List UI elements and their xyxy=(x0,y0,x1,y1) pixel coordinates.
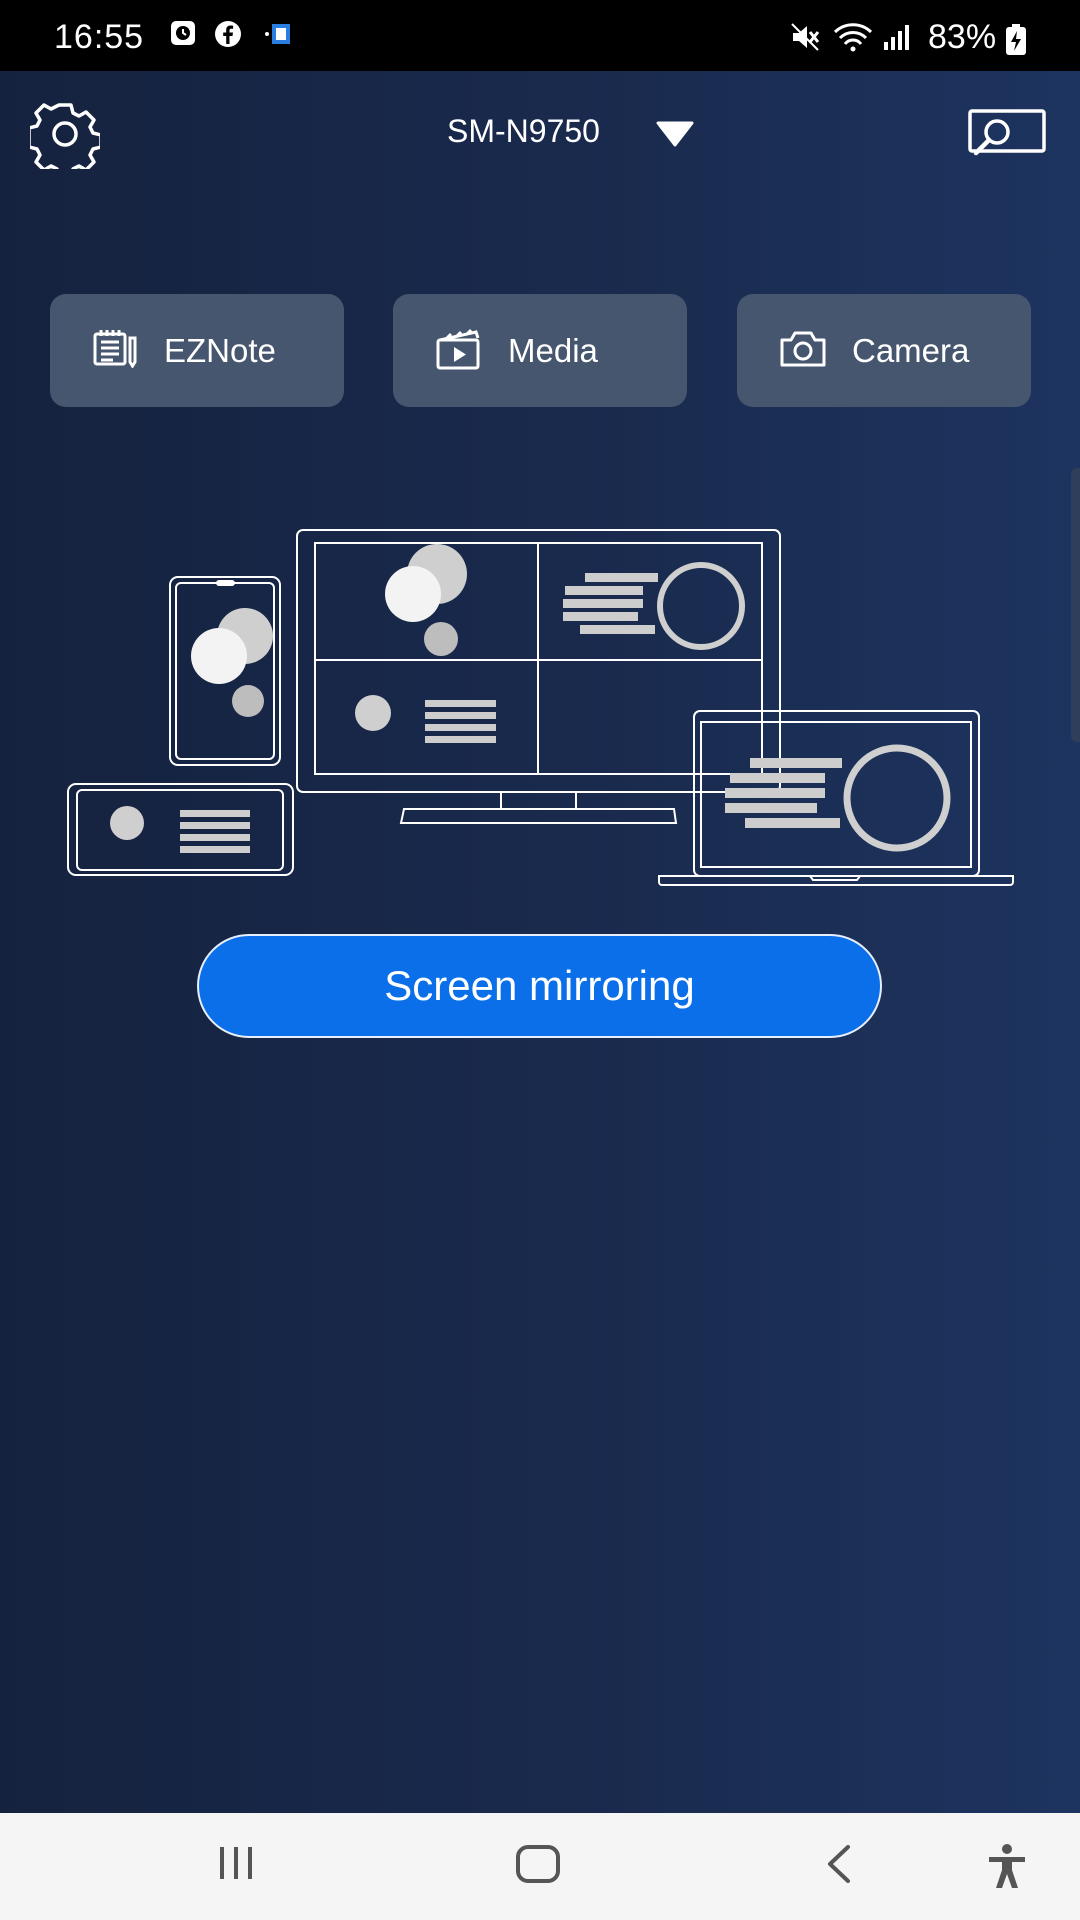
camera-icon xyxy=(780,331,826,367)
home-button[interactable] xyxy=(514,1843,562,1890)
camera-label: Camera xyxy=(852,332,970,369)
wifi-icon xyxy=(833,22,873,57)
app-screen: 16:55 83% SM-N9750 EZNote Media Camera S… xyxy=(0,0,1080,1920)
cast-search-icon xyxy=(968,109,1046,156)
device-name: SM-N9750 xyxy=(447,113,600,149)
clock-app-icon xyxy=(170,20,196,51)
eznote-label: EZNote xyxy=(164,332,276,369)
media-icon xyxy=(436,328,480,370)
screen-mirroring-label: Screen mirroring xyxy=(384,962,695,1009)
settings-button[interactable] xyxy=(27,99,103,179)
media-label: Media xyxy=(508,332,598,369)
recent-apps-icon xyxy=(220,1847,252,1879)
back-icon xyxy=(828,1845,850,1883)
device-dropdown-button[interactable] xyxy=(655,120,695,153)
note-icon xyxy=(93,330,137,368)
eznote-button[interactable]: EZNote xyxy=(50,294,344,407)
screen-mirroring-button[interactable]: Screen mirroring xyxy=(197,934,882,1038)
battery-charging-icon xyxy=(1005,24,1027,61)
gear-icon xyxy=(27,103,103,179)
camera-button[interactable]: Camera xyxy=(737,294,1031,407)
triangle-down-icon xyxy=(656,121,694,147)
mute-icon xyxy=(790,22,820,57)
edge-panel-handle[interactable] xyxy=(1071,468,1080,742)
cast-search-button[interactable] xyxy=(967,108,1047,163)
status-bar: 16:55 83% xyxy=(0,0,1080,71)
signal-icon xyxy=(882,22,914,57)
battery-percent: 83% xyxy=(928,18,997,56)
recent-apps-button[interactable] xyxy=(214,1843,258,1888)
cast-app-icon xyxy=(262,20,292,53)
navigation-bar xyxy=(0,1813,1080,1920)
home-icon xyxy=(516,1845,560,1883)
accessibility-icon xyxy=(989,1844,1025,1888)
back-button[interactable] xyxy=(822,1843,856,1890)
facebook-icon xyxy=(214,20,242,53)
status-time: 16:55 xyxy=(54,18,145,56)
device-selector[interactable]: SM-N9750 xyxy=(447,113,600,150)
media-button[interactable]: Media xyxy=(393,294,687,407)
accessibility-button[interactable] xyxy=(985,1843,1029,1896)
multi-device-illustration xyxy=(67,529,1014,886)
